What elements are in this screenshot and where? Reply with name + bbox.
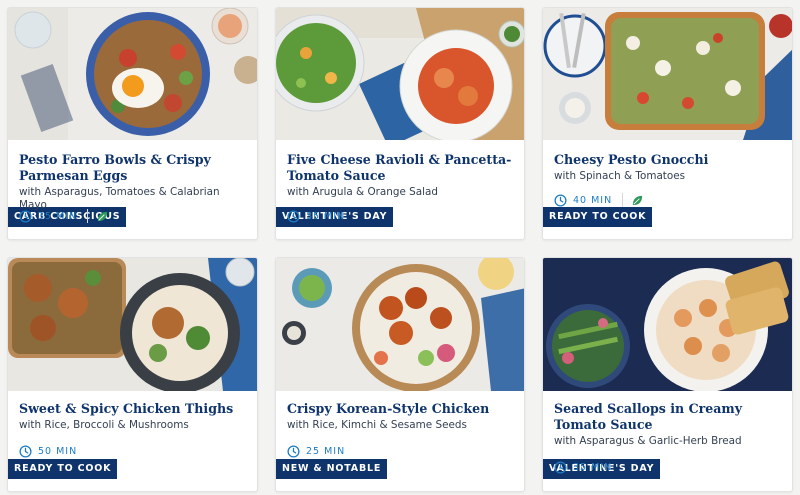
recipe-subtitle: with Spinach & Tomatoes <box>554 170 686 182</box>
recipe-title[interactable]: Seared Scallops in Creamy Tomato Sauce <box>554 401 782 433</box>
cook-time: 25 MIN <box>306 445 346 457</box>
cook-time: 35 MIN <box>38 210 78 222</box>
recipe-photo[interactable] <box>276 258 524 391</box>
recipe-subtitle: with Arugula & Orange Salad <box>287 186 438 198</box>
leaf-icon <box>98 211 108 221</box>
clock-icon <box>19 444 32 458</box>
recipe-badge: NEW & NOTABLE <box>276 459 388 479</box>
recipe-badge: READY TO COOK <box>8 459 118 479</box>
recipe-photo[interactable] <box>8 258 257 391</box>
recipe-title[interactable]: Five Cheese Ravioli & Pancetta-Tomato Sa… <box>287 152 514 184</box>
recipe-card[interactable]: READY TO COOK Sweet & Spicy Chicken Thig… <box>7 257 258 492</box>
meta-divider <box>87 209 89 223</box>
cook-time: 50 MIN <box>38 445 78 457</box>
recipe-meta: 50 MIN <box>19 444 77 458</box>
recipe-subtitle: with Rice, Kimchi & Sesame Seeds <box>287 419 467 431</box>
clock-icon <box>554 193 567 207</box>
recipe-card[interactable]: VALENTINE'S DAY Five Cheese Ravioli & Pa… <box>275 7 525 240</box>
recipe-meta: 40 MIN <box>554 193 644 207</box>
clock-icon <box>19 209 32 223</box>
recipe-photo[interactable] <box>276 8 524 140</box>
leaf-icon <box>633 195 643 205</box>
cook-time: 35 MIN <box>573 461 613 473</box>
recipe-grid: CARB CONSCIOUS Pesto Farro Bowls & Crisp… <box>0 0 800 495</box>
recipe-meta: 35 MIN <box>287 209 345 223</box>
recipe-title[interactable]: Sweet & Spicy Chicken Thighs <box>19 401 247 417</box>
recipe-photo[interactable] <box>8 8 257 140</box>
recipe-subtitle: with Rice, Broccoli & Mushrooms <box>19 419 189 431</box>
recipe-badge: READY TO COOK <box>543 207 653 227</box>
recipe-subtitle: with Asparagus & Garlic-Herb Bread <box>554 435 742 447</box>
recipe-card[interactable]: VALENTINE'S DAY Seared Scallops in Cream… <box>542 257 793 492</box>
recipe-title[interactable]: Crispy Korean-Style Chicken <box>287 401 514 417</box>
recipe-card[interactable]: NEW & NOTABLE Crispy Korean-Style Chicke… <box>275 257 525 492</box>
recipe-meta: 35 MIN <box>554 460 612 474</box>
meta-divider <box>622 193 624 207</box>
recipe-photo[interactable] <box>543 8 792 140</box>
recipe-meta: 35 MIN <box>19 209 109 223</box>
recipe-card[interactable]: CARB CONSCIOUS Pesto Farro Bowls & Crisp… <box>7 7 258 240</box>
clock-icon <box>287 444 300 458</box>
cook-time: 35 MIN <box>306 210 346 222</box>
recipe-meta: 25 MIN <box>287 444 345 458</box>
recipe-card[interactable]: READY TO COOK Cheesy Pesto Gnocchi with … <box>542 7 793 240</box>
cook-time: 40 MIN <box>573 194 613 206</box>
recipe-title[interactable]: Pesto Farro Bowls & Crispy Parmesan Eggs <box>19 152 247 184</box>
recipe-photo[interactable] <box>543 258 792 391</box>
clock-icon <box>554 460 567 474</box>
clock-icon <box>287 209 300 223</box>
recipe-title[interactable]: Cheesy Pesto Gnocchi <box>554 152 782 168</box>
